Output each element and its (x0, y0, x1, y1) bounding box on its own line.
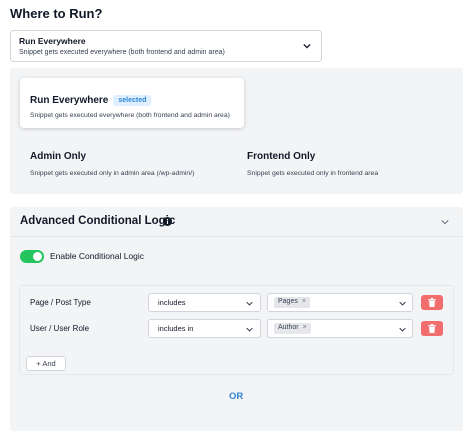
rules-group: Page / Post Type includes Pages × User / … (19, 285, 454, 375)
chevron-down-icon[interactable] (441, 218, 449, 226)
advanced-logic-header[interactable]: Advanced Conditional Logic (10, 207, 463, 237)
rule-label: User / User Role (30, 324, 90, 333)
dropdown-description: Snippet gets executed everywhere (both f… (19, 49, 225, 56)
rule-label: Page / Post Type (30, 298, 91, 307)
trash-icon (428, 298, 436, 307)
operator-value: includes (158, 298, 186, 307)
delete-rule-button[interactable] (421, 295, 443, 310)
chevron-down-icon (246, 327, 253, 332)
advanced-logic-title: Advanced Conditional Logic (20, 215, 176, 227)
option-description: Snippet gets executed only in admin area… (30, 170, 195, 177)
trash-icon (428, 324, 436, 333)
selected-badge: selected (113, 95, 152, 106)
value-tag: Author × (274, 323, 311, 334)
run-location-dropdown[interactable]: Run Everywhere Snippet gets executed eve… (10, 30, 322, 62)
option-admin-only[interactable]: Admin Only Snippet gets executed only in… (30, 146, 194, 177)
option-title: Run Everywhere (30, 95, 109, 106)
tag-label: Author (278, 324, 299, 331)
remove-tag-icon[interactable]: × (303, 324, 307, 331)
dropdown-title: Run Everywhere (19, 36, 86, 46)
tag-label: Pages (278, 298, 298, 305)
chevron-down-icon (303, 43, 311, 49)
option-run-everywhere[interactable]: Run Everywhere selected Snippet gets exec… (20, 78, 244, 128)
chevron-down-icon (399, 301, 406, 306)
rule-value-select[interactable]: Pages × (267, 293, 413, 312)
option-description: Snippet gets executed everywhere (both f… (30, 112, 230, 119)
toggle-label: Enable Conditional Logic (50, 251, 145, 261)
remove-tag-icon[interactable]: × (302, 298, 306, 305)
delete-rule-button[interactable] (421, 321, 443, 336)
section-title: Where to Run? (10, 6, 103, 21)
advanced-logic-panel: Advanced Conditional Logic Enable Condit… (10, 207, 463, 431)
add-and-condition-button[interactable]: + And (26, 356, 66, 371)
rule-value-select[interactable]: Author × (267, 319, 413, 338)
conditional-logic-toggle[interactable] (20, 250, 44, 263)
option-title: Admin Only (30, 151, 87, 162)
info-icon[interactable] (163, 217, 172, 226)
rule-operator-select[interactable]: includes in (148, 319, 261, 338)
rule-operator-select[interactable]: includes (148, 293, 261, 312)
value-tag: Pages × (274, 297, 310, 308)
option-description: Snippet gets executed only in frontend a… (247, 170, 379, 177)
chevron-down-icon (399, 327, 406, 332)
option-title: Frontend Only (247, 151, 316, 162)
add-or-group-button[interactable]: OR (229, 391, 243, 402)
option-frontend-only[interactable]: Frontend Only Snippet gets executed only… (247, 146, 378, 177)
chevron-down-icon (246, 301, 253, 306)
run-options-panel: Run Everywhere selected Snippet gets exec… (10, 68, 463, 194)
operator-value: includes in (158, 324, 194, 333)
